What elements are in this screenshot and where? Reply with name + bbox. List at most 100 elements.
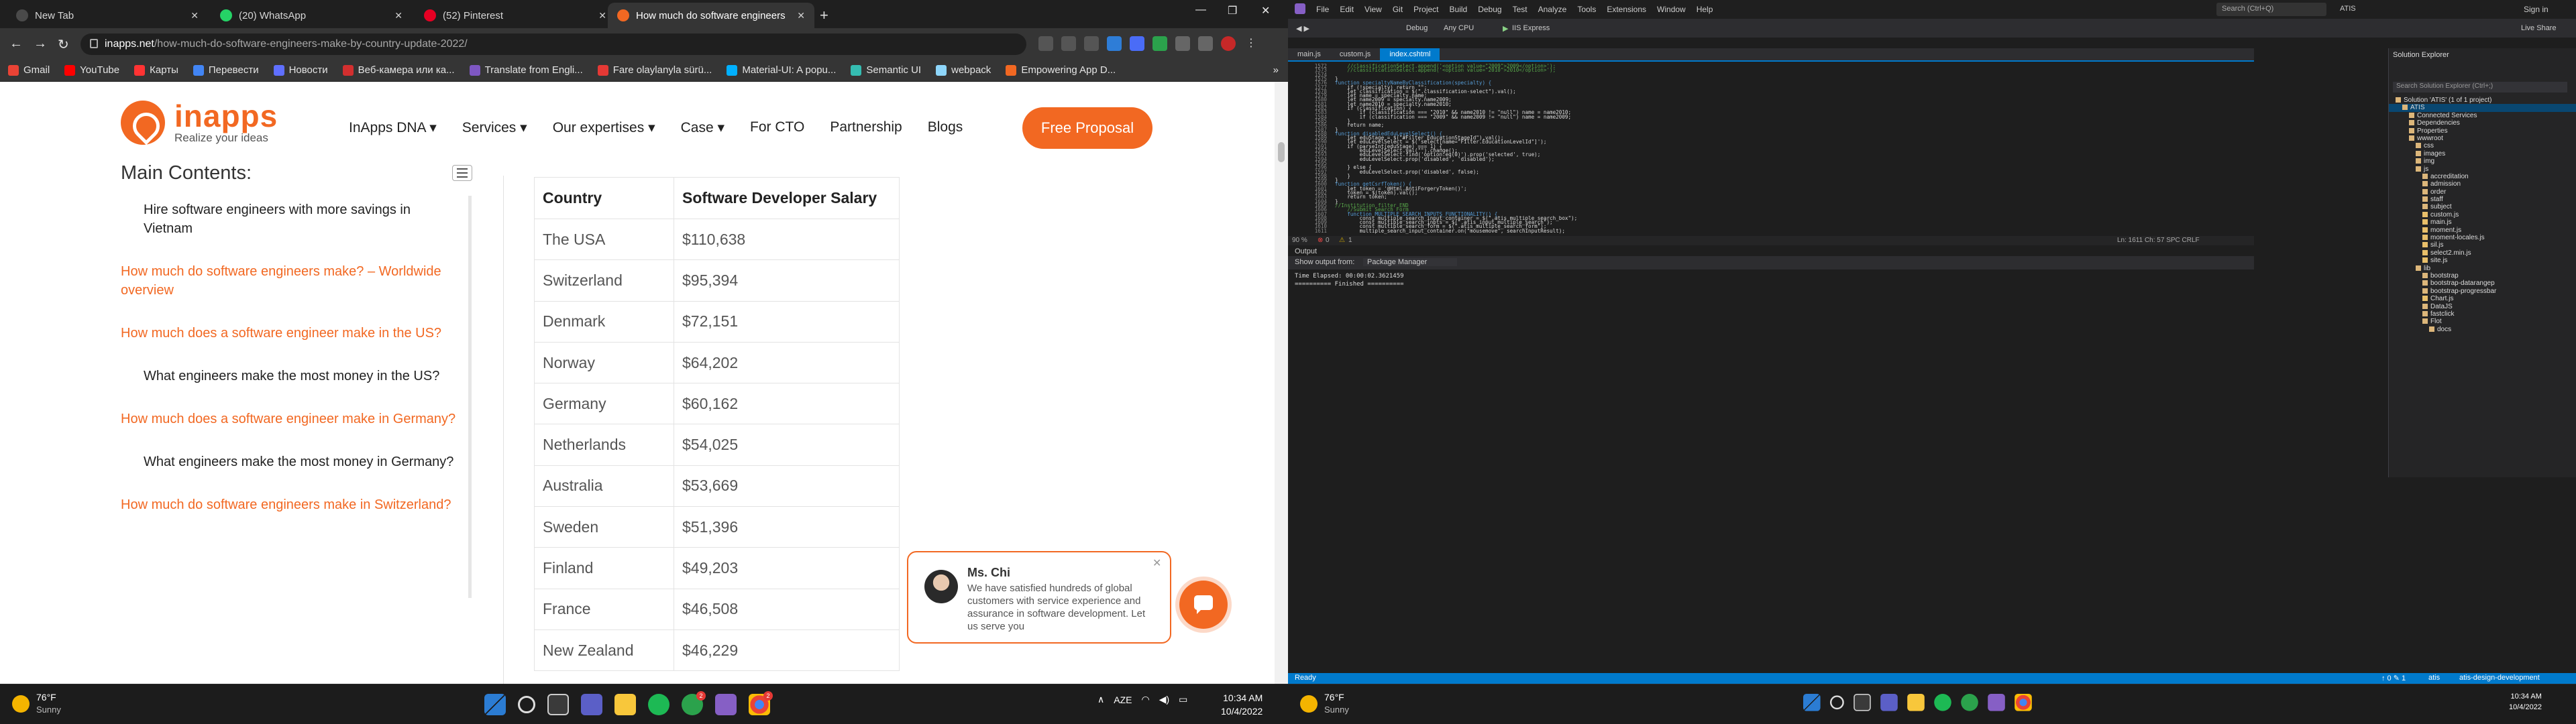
weather-widget[interactable]: 76°F Sunny [1300, 691, 1349, 716]
tab-pinterest[interactable]: (52) Pinterest ✕ [415, 3, 616, 28]
code-editor[interactable]: 1572 //classificationSelect.append('<opt… [1288, 62, 2254, 236]
output-source-dropdown[interactable]: Package Manager [1363, 258, 1457, 266]
tree-item[interactable]: staff [2389, 196, 2576, 203]
platform-dropdown[interactable]: Any CPU [1444, 24, 1474, 32]
run-target-button[interactable]: IIS Express [1512, 24, 1550, 32]
nav-partnership[interactable]: Partnership [830, 119, 902, 136]
menu-item[interactable]: Git [1393, 5, 1403, 14]
tree-item[interactable]: Chart.js [2389, 295, 2576, 302]
free-proposal-button[interactable]: Free Proposal [1022, 107, 1152, 149]
chrome-icon[interactable] [2015, 694, 2032, 711]
nav-inapps-dna[interactable]: InApps DNA ▾ [349, 119, 437, 136]
tree-item[interactable]: Dependencies [2389, 119, 2576, 127]
chat-bubble-icon[interactable] [1179, 581, 1228, 629]
task-view-icon[interactable] [1854, 694, 1871, 711]
menu-item[interactable]: Debug [1478, 5, 1501, 14]
toc-link[interactable]: What engineers make the most money in Ge… [121, 452, 476, 471]
sign-in-link[interactable]: Sign in [2524, 5, 2548, 14]
tab-custom-js[interactable]: custom.js [1330, 48, 1380, 62]
code-line[interactable]: return name; [1335, 122, 1384, 128]
language-indicator[interactable]: AZE [1114, 695, 1132, 705]
tab-inapps[interactable]: How much do software engineers ✕ [608, 3, 814, 28]
menu-item[interactable]: Analyze [1538, 5, 1567, 14]
tab-index-cshtml[interactable]: index.cshtml [1380, 48, 1440, 62]
bookmark-item[interactable]: Веб-камера или ка... [342, 64, 455, 76]
tree-item[interactable]: accreditation [2389, 173, 2576, 180]
nav-for-cto[interactable]: For CTO [750, 119, 804, 136]
chrome-icon[interactable]: 2 [749, 691, 773, 715]
menu-item[interactable]: Tools [1577, 5, 1596, 14]
solution-explorer-search[interactable]: Search Solution Explorer (Ctrl+;) [2393, 82, 2567, 93]
page-scrollbar[interactable] [1275, 82, 1288, 684]
bookmark-item[interactable]: Empowering App D... [1006, 64, 1116, 76]
nav-services[interactable]: Services ▾ [462, 119, 527, 136]
menu-item[interactable]: Help [1697, 5, 1713, 14]
toc-scrollbar[interactable] [468, 196, 472, 598]
tree-item[interactable]: images [2389, 150, 2576, 158]
tree-item[interactable]: img [2389, 158, 2576, 165]
tree-item[interactable]: select2.min.js [2389, 249, 2576, 257]
chevron-up-icon[interactable]: ∧ [1097, 694, 1104, 705]
bookmark-item[interactable]: Semantic UI [851, 64, 921, 76]
whatsapp-icon[interactable]: 2 [682, 691, 706, 715]
visual-studio-icon[interactable] [715, 694, 737, 715]
search-icon[interactable] [1830, 695, 1844, 710]
task-view-icon[interactable] [547, 694, 569, 715]
tree-item[interactable]: DataJS [2389, 303, 2576, 310]
status-counts[interactable]: ↑ 0 ✎ 1 [2381, 674, 2406, 682]
file-explorer-icon[interactable] [1907, 694, 1925, 711]
toc-link[interactable]: How much do software engineers make? – W… [121, 262, 476, 300]
toc-link[interactable]: How much does a software engineer make i… [121, 410, 476, 428]
back-icon[interactable]: ← [9, 36, 23, 52]
teams-icon[interactable] [581, 694, 602, 715]
extension-icon[interactable] [1152, 36, 1167, 51]
teams-icon[interactable] [1880, 694, 1898, 711]
tree-item[interactable]: wwwroot [2389, 135, 2576, 142]
clock[interactable]: 10:34 AM 10/4/2022 [2509, 691, 2542, 713]
whatsapp-icon[interactable] [1961, 694, 1978, 711]
sidepanel-icon[interactable] [1198, 36, 1213, 51]
bookmark-item[interactable]: Карты [134, 64, 178, 76]
bookmark-item[interactable]: webpack [936, 64, 991, 76]
tree-item[interactable]: bootstrap-datarangep [2389, 280, 2576, 287]
close-icon[interactable]: ✕ [394, 10, 402, 21]
tree-item[interactable]: main.js [2389, 219, 2576, 226]
toc-toggle-icon[interactable] [452, 165, 472, 181]
tree-item[interactable]: lib [2389, 265, 2576, 272]
search-icon[interactable] [518, 696, 535, 713]
more-bookmarks-icon[interactable]: » [1273, 64, 1279, 76]
tree-item[interactable]: css [2389, 142, 2576, 149]
clock[interactable]: 10:34 AM 10/4/2022 [1221, 691, 1263, 718]
tree-item[interactable]: js [2389, 166, 2576, 173]
scrollbar-thumb[interactable] [1278, 142, 1285, 162]
wifi-icon[interactable]: ◠ [1141, 694, 1149, 705]
bookmark-item[interactable]: Новости [273, 64, 328, 76]
toc-link[interactable]: What engineers make the most money in th… [121, 367, 476, 385]
chat-popup[interactable]: Ms. Chi We have satisfied hundreds of gl… [907, 551, 1171, 644]
bookmark-item[interactable]: Перевести [193, 64, 259, 76]
code-line[interactable]: eduLevelSelect.prop('disabled', false); [1335, 169, 1479, 175]
volume-icon[interactable]: ◀) [1159, 694, 1169, 705]
tree-item[interactable]: bootstrap [2389, 272, 2576, 280]
close-window-icon[interactable]: ✕ [1261, 4, 1270, 17]
tab-whatsapp[interactable]: (20) WhatsApp ✕ [211, 3, 412, 28]
avatar[interactable] [1221, 36, 1236, 51]
tree-item[interactable]: moment-locales.js [2389, 234, 2576, 241]
toc-link[interactable]: Hire software engineers with more saving… [121, 200, 476, 238]
nav-blogs[interactable]: Blogs [928, 119, 963, 136]
tree-item[interactable]: custom.js [2389, 211, 2576, 219]
extension-icon[interactable] [1130, 36, 1144, 51]
error-count[interactable]: 0 [1326, 237, 1330, 244]
puzzle-icon[interactable] [1175, 36, 1190, 51]
menu-item[interactable]: Window [1657, 5, 1686, 14]
config-dropdown[interactable]: Debug [1406, 24, 1428, 32]
menu-item[interactable]: Edit [1340, 5, 1354, 14]
tree-item[interactable]: fastclick [2389, 310, 2576, 318]
tree-item[interactable]: order [2389, 188, 2576, 196]
code-line[interactable]: return token; [1335, 194, 1387, 200]
bookmark-item[interactable]: Material-UI: A popu... [727, 64, 836, 76]
tree-item[interactable]: site.js [2389, 257, 2576, 264]
menu-item[interactable]: Test [1513, 5, 1527, 14]
tree-item[interactable]: Connected Services [2389, 112, 2576, 119]
tree-item[interactable]: Properties [2389, 127, 2576, 135]
